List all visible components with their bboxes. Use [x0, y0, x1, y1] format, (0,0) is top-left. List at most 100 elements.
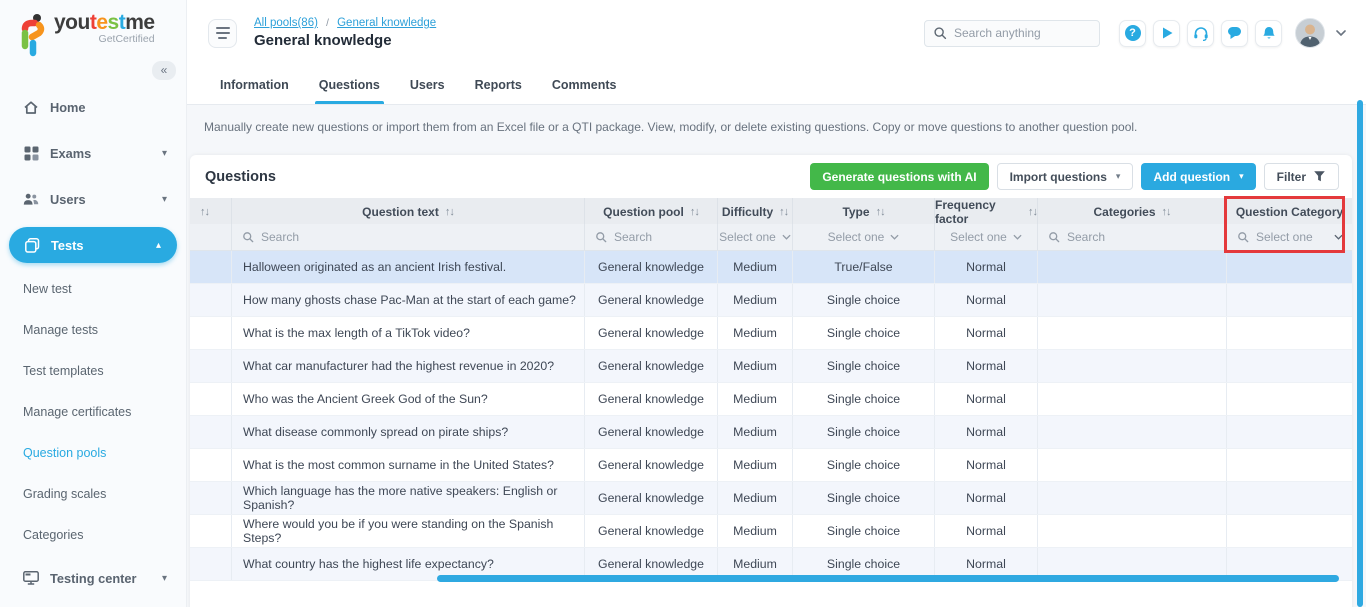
difficulty-select-filter[interactable]: Select one	[718, 224, 793, 250]
sidebar-item-home[interactable]: Home	[0, 84, 186, 130]
categories-search-filter[interactable]: Search	[1038, 224, 1227, 250]
vertical-scrollbar[interactable]	[1357, 100, 1363, 607]
tab-questions[interactable]: Questions	[319, 66, 380, 104]
table-row[interactable]: Which language has the more native speak…	[190, 482, 1352, 515]
cell-question-pool: General knowledge	[585, 482, 718, 514]
cell-question-text: What disease commonly spread on pirate s…	[232, 416, 585, 448]
youtestme-logo[interactable]: youtestme GetCertified	[16, 12, 155, 58]
type-select-filter[interactable]: Select one	[793, 224, 935, 250]
help-button[interactable]: ?	[1119, 20, 1146, 47]
sort-icon: ↑↓	[690, 206, 699, 218]
tab-information[interactable]: Information	[220, 66, 289, 104]
sidebar-item-categories[interactable]: Categories	[0, 514, 186, 555]
horizontal-scrollbar[interactable]	[437, 575, 1339, 582]
tab-bar: Information Questions Users Reports Comm…	[187, 66, 1366, 105]
user-avatar[interactable]	[1295, 18, 1325, 48]
tab-reports[interactable]: Reports	[475, 66, 522, 104]
global-search[interactable]	[924, 20, 1100, 47]
table-row[interactable]: Halloween originated as an ancient Irish…	[190, 251, 1352, 284]
question-pool-search-filter[interactable]: Search	[585, 224, 718, 250]
sidebar-item-new-test[interactable]: New test	[0, 268, 186, 309]
filter-button[interactable]: Filter	[1264, 163, 1339, 190]
chat-icon	[1227, 26, 1242, 40]
table-row[interactable]: How many ghosts chase Pac-Man at the sta…	[190, 284, 1352, 317]
cell-difficulty: Medium	[718, 383, 793, 415]
cell-frequency: Normal	[935, 350, 1038, 382]
sidebar-item-grading-scales[interactable]: Grading scales	[0, 473, 186, 514]
column-header-frequency-factor[interactable]: Frequency factor↑↓	[935, 198, 1038, 226]
table-header-row: ↑↓ Question text↑↓ Question pool↑↓ Diffi…	[190, 198, 1352, 224]
sidebar-item-question-pools[interactable]: Question pools	[0, 432, 186, 473]
chat-button[interactable]	[1221, 20, 1248, 47]
global-search-input[interactable]	[954, 26, 1084, 40]
breadcrumb-all-pools-link[interactable]: All pools(86)	[254, 17, 318, 29]
cell-frequency: Normal	[935, 515, 1038, 547]
logo-tagline: GetCertified	[54, 34, 155, 45]
question-category-select-filter[interactable]: Select one	[1227, 224, 1352, 250]
question-text-search-filter[interactable]: Search	[232, 224, 585, 250]
menu-toggle-button[interactable]	[208, 19, 237, 48]
table-row[interactable]: What is the most common surname in the U…	[190, 449, 1352, 482]
exams-icon	[23, 145, 39, 161]
sidebar-menu: Home Exams ▾ Users ▾ Tests ▴ New test Ma…	[0, 84, 186, 601]
account-chevron-down-icon[interactable]	[1336, 30, 1346, 36]
sidebar-item-testing-center[interactable]: Testing center ▾	[0, 555, 186, 601]
users-icon	[23, 191, 39, 207]
cell-question-category	[1227, 317, 1352, 349]
breadcrumb-current-link[interactable]: General knowledge	[337, 17, 436, 29]
sidebar-item-users[interactable]: Users ▾	[0, 176, 186, 222]
cell-question-text: Which language has the more native speak…	[232, 482, 585, 514]
table-row[interactable]: Who was the Ancient Greek God of the Sun…	[190, 383, 1352, 416]
import-questions-button[interactable]: Import questions▾	[997, 163, 1134, 190]
sidebar-item-manage-certificates[interactable]: Manage certificates	[0, 391, 186, 432]
column-header-difficulty[interactable]: Difficulty↑↓	[718, 198, 793, 226]
search-icon	[242, 231, 254, 243]
column-header-categories[interactable]: Categories↑↓	[1038, 198, 1227, 226]
tests-icon	[24, 237, 40, 253]
sort-all-column[interactable]: ↑↓	[190, 198, 232, 226]
notifications-button[interactable]	[1255, 20, 1282, 47]
cell-question-pool: General knowledge	[585, 284, 718, 316]
cell-question-category	[1227, 284, 1352, 316]
table-row[interactable]: What disease commonly spread on pirate s…	[190, 416, 1352, 449]
sidebar-item-tests[interactable]: Tests ▴	[9, 227, 177, 263]
column-header-question-pool[interactable]: Question pool↑↓	[585, 198, 718, 226]
sidebar: youtestme GetCertified « Home Exams ▾ Us…	[0, 0, 187, 607]
sidebar-collapse-button[interactable]: «	[152, 61, 176, 80]
cell-frequency: Normal	[935, 416, 1038, 448]
table-row[interactable]: Where would you be if you were standing …	[190, 515, 1352, 548]
cell-question-pool: General knowledge	[585, 251, 718, 283]
generate-questions-ai-button[interactable]: Generate questions with AI	[810, 163, 988, 190]
cell-difficulty: Medium	[718, 317, 793, 349]
frequency-factor-select-filter[interactable]: Select one	[935, 224, 1038, 250]
column-header-question-category[interactable]: Question Category	[1227, 198, 1352, 226]
logo-wordmark: youtestme	[54, 12, 155, 33]
cell-question-category	[1227, 416, 1352, 448]
tab-comments[interactable]: Comments	[552, 66, 617, 104]
cell-categories	[1038, 317, 1227, 349]
cell-type: Single choice	[793, 350, 935, 382]
cell-frequency: Normal	[935, 284, 1038, 316]
chevron-down-icon: ▾	[162, 573, 167, 584]
cell-type: Single choice	[793, 317, 935, 349]
video-tutorials-button[interactable]	[1153, 20, 1180, 47]
table-row[interactable]: What car manufacturer had the highest re…	[190, 350, 1352, 383]
table-row[interactable]: What is the max length of a TikTok video…	[190, 317, 1352, 350]
cell-question-category	[1227, 515, 1352, 547]
search-icon	[1237, 231, 1249, 243]
support-button[interactable]	[1187, 20, 1214, 47]
sort-icon: ↑↓	[876, 206, 885, 218]
cell-difficulty: Medium	[718, 482, 793, 514]
add-question-button[interactable]: Add question▾	[1141, 163, 1255, 190]
cell-categories	[1038, 350, 1227, 382]
sidebar-item-test-templates[interactable]: Test templates	[0, 350, 186, 391]
sidebar-item-manage-tests[interactable]: Manage tests	[0, 309, 186, 350]
sidebar-item-exams[interactable]: Exams ▾	[0, 130, 186, 176]
cell-question-category	[1227, 449, 1352, 481]
column-header-question-text[interactable]: Question text↑↓	[232, 198, 585, 226]
cell-question-pool: General knowledge	[585, 350, 718, 382]
tab-users[interactable]: Users	[410, 66, 445, 104]
questions-panel: Questions Generate questions with AI Imp…	[190, 155, 1352, 607]
cell-type: Single choice	[793, 416, 935, 448]
column-header-type[interactable]: Type↑↓	[793, 198, 935, 226]
